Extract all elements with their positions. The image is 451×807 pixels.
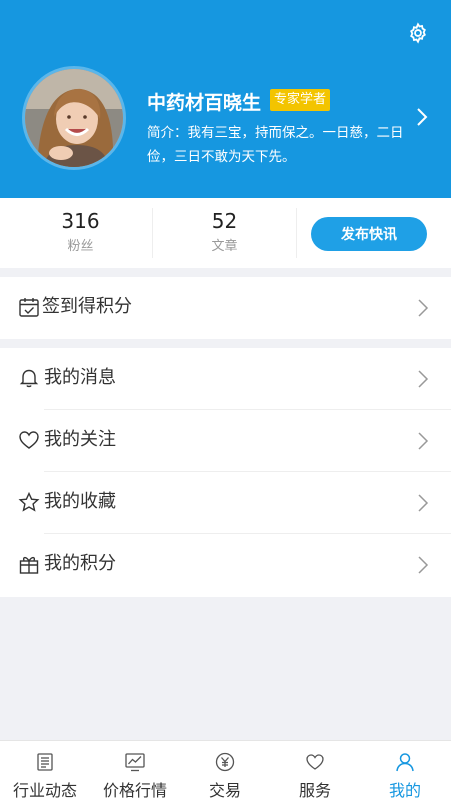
heart-icon <box>306 754 324 770</box>
avatar[interactable] <box>22 66 126 170</box>
calendar-check-icon <box>19 298 39 317</box>
tab-label: 服务 <box>298 781 331 800</box>
chevron-right-icon <box>418 370 429 388</box>
menu-item-points[interactable]: 我的积分 <box>0 534 451 596</box>
tab-price-quotes[interactable]: 价格行情 <box>90 741 180 807</box>
articles-stat[interactable]: 52 文章 <box>148 198 301 268</box>
profile-bio: 简介：我有三宝，持而保之。一日慈，二日俭，三日不敢为天下先。 <box>147 125 404 165</box>
divider <box>296 208 297 258</box>
menu-item-label: 我的收藏 <box>44 491 116 512</box>
tab-label: 我的 <box>388 781 421 800</box>
checkin-label: 签到得积分 <box>42 296 132 317</box>
menu-item-label: 我的关注 <box>44 429 116 450</box>
chevron-right-icon[interactable] <box>415 106 429 128</box>
menu-section: 我的消息 我的关注 我的收藏 我的积分 <box>0 348 451 597</box>
menu-item-label: 我的消息 <box>44 367 116 388</box>
profile-header: 中药材百晓生 专家学者 简介：我有三宝，持而保之。一日慈，二日俭，三日不敢为天下… <box>0 0 451 198</box>
tab-services[interactable]: 服务 <box>270 741 360 807</box>
publish-news-button[interactable]: 发布快讯 <box>311 217 427 251</box>
star-icon <box>18 491 40 512</box>
expert-badge: 专家学者 <box>270 89 331 111</box>
tab-label: 行业动态 <box>12 781 77 800</box>
profile-name: 中药材百晓生 <box>147 92 262 114</box>
articles-count: 52 <box>211 209 238 233</box>
menu-item-messages[interactable]: 我的消息 <box>0 348 451 410</box>
tab-industry-news[interactable]: 行业动态 <box>0 741 90 807</box>
chevron-right-icon <box>418 494 429 512</box>
tab-label: 交易 <box>208 781 241 800</box>
chevron-right-icon <box>418 556 429 574</box>
checkin-row[interactable]: 签到得积分 <box>0 277 451 339</box>
gear-icon[interactable] <box>407 22 429 44</box>
user-icon <box>396 753 414 772</box>
gift-icon <box>19 556 39 574</box>
tab-label: 价格行情 <box>102 781 167 800</box>
heart-icon <box>19 431 39 449</box>
tab-mine[interactable]: 我的 <box>360 741 450 807</box>
chart-icon <box>125 753 145 772</box>
tab-trade[interactable]: 交易 <box>180 741 270 807</box>
fans-stat[interactable]: 316 粉丝 <box>4 198 157 268</box>
menu-item-following[interactable]: 我的关注 <box>0 410 451 472</box>
articles-label: 文章 <box>211 239 238 254</box>
menu-item-favorites[interactable]: 我的收藏 <box>0 472 451 534</box>
fans-label: 粉丝 <box>67 239 94 254</box>
yuan-icon <box>215 752 235 772</box>
bell-icon <box>19 369 39 388</box>
fans-count: 316 <box>61 209 100 233</box>
chevron-right-icon <box>418 432 429 450</box>
checkin-section: 签到得积分 <box>0 277 451 339</box>
chevron-right-icon <box>418 299 429 317</box>
menu-item-label: 我的积分 <box>44 553 116 574</box>
bottom-tab-bar: 行业动态 价格行情 交易 服务 我的 <box>0 740 451 807</box>
news-icon <box>37 753 53 771</box>
